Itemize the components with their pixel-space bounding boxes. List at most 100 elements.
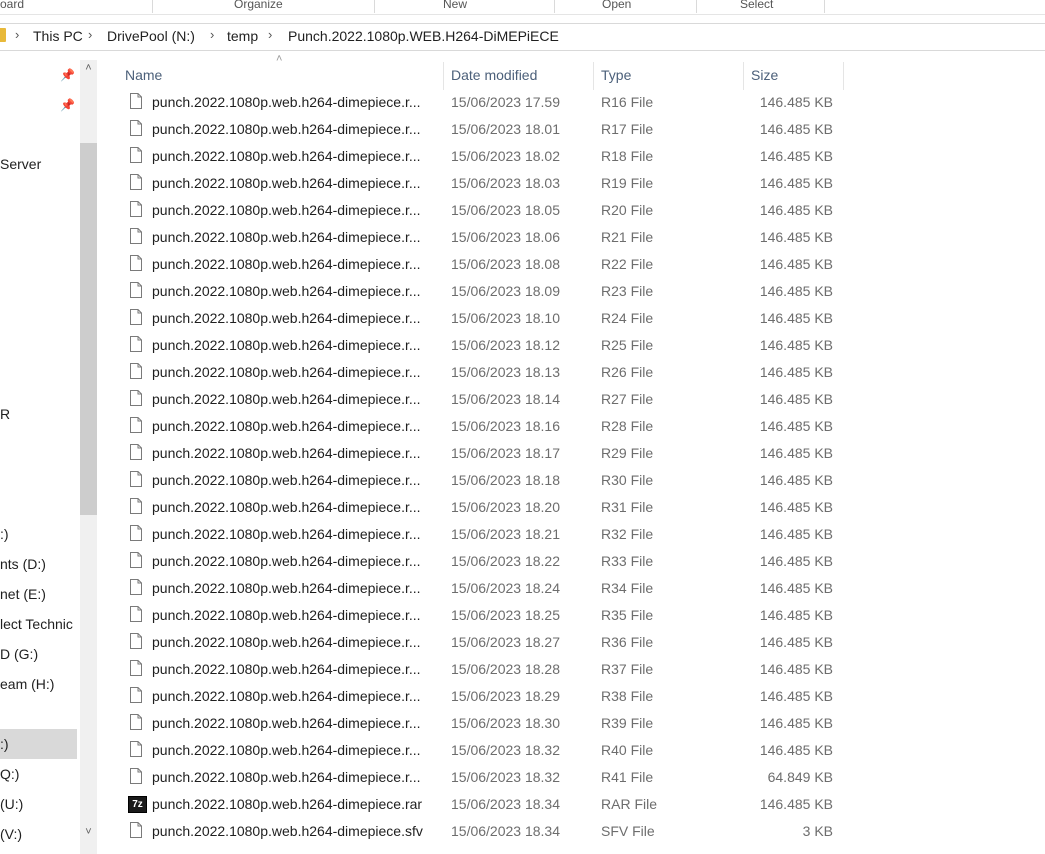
nav-item-r[interactable]: R [0,406,10,422]
ribbon-separator [824,0,825,13]
file-type-cell: R18 File [601,148,654,164]
table-row[interactable]: punch.2022.1080p.web.h264-dimepiece.r...… [100,386,1045,413]
table-row[interactable]: punch.2022.1080p.web.h264-dimepiece.r...… [100,197,1045,224]
file-name-cell: punch.2022.1080p.web.h264-dimepiece.r... [152,472,421,488]
file-size-cell: 146.485 KB [759,526,833,542]
column-separator[interactable] [443,62,444,90]
file-icon [130,471,142,487]
table-row[interactable]: punch.2022.1080p.web.h264-dimepiece.r...… [100,737,1045,764]
file-name-cell: punch.2022.1080p.web.h264-dimepiece.rar [152,796,423,812]
nav-item-drive-f[interactable]: lect Technic [0,616,73,632]
nav-item-drive-q[interactable]: Q:) [0,766,19,782]
table-row[interactable]: punch.2022.1080p.web.h264-dimepiece.r...… [100,656,1045,683]
table-row[interactable]: punch.2022.1080p.web.h264-dimepiece.r...… [100,683,1045,710]
table-row[interactable]: punch.2022.1080p.web.h264-dimepiece.r...… [100,89,1045,116]
file-icon [130,822,142,838]
file-icon [130,687,142,703]
file-type-cell: R39 File [601,715,654,731]
table-row[interactable]: punch.2022.1080p.web.h264-dimepiece.r...… [100,278,1045,305]
nav-item-drive-g[interactable]: D (G:) [0,646,38,662]
chevron-right-icon[interactable]: › [210,27,214,42]
file-icon [130,309,142,325]
file-type-cell: R29 File [601,445,654,461]
nav-item-drive-c[interactable]: :) [0,526,9,542]
table-row[interactable]: 7z punch.2022.1080p.web.h264-dimepiece.ra… [100,791,1045,818]
chevron-right-icon[interactable]: › [15,27,19,42]
column-separator[interactable] [843,62,844,90]
table-row[interactable]: punch.2022.1080p.web.h264-dimepiece.r...… [100,224,1045,251]
table-row[interactable]: punch.2022.1080p.web.h264-dimepiece.r...… [100,170,1045,197]
date-modified-cell: 15/06/2023 18.34 [451,823,560,839]
file-size-cell: 146.485 KB [759,283,833,299]
table-row[interactable]: punch.2022.1080p.web.h264-dimepiece.r...… [100,521,1045,548]
table-row[interactable]: punch.2022.1080p.web.h264-dimepiece.r...… [100,629,1045,656]
file-icon [130,201,142,217]
column-header-date-modified[interactable]: Date modified [451,60,593,90]
table-row[interactable]: punch.2022.1080p.web.h264-dimepiece.r...… [100,251,1045,278]
table-row[interactable]: punch.2022.1080p.web.h264-dimepiece.r...… [100,305,1045,332]
address-bar[interactable]: › This PC › DrivePool (N:) › temp › Punc… [0,23,1045,51]
file-icon [130,255,142,271]
table-row[interactable]: punch.2022.1080p.web.h264-dimepiece.r...… [100,413,1045,440]
file-type-cell: R34 File [601,580,654,596]
file-icon [130,525,142,541]
table-row[interactable]: punch.2022.1080p.web.h264-dimepiece.r...… [100,440,1045,467]
table-row[interactable]: punch.2022.1080p.web.h264-dimepiece.r...… [100,359,1045,386]
file-size-cell: 64.849 KB [767,769,833,785]
nav-scrollbar-thumb[interactable] [80,143,97,515]
table-row[interactable]: punch.2022.1080p.web.h264-dimepiece.r...… [100,467,1045,494]
date-modified-cell: 15/06/2023 18.30 [451,715,560,731]
table-row[interactable]: punch.2022.1080p.web.h264-dimepiece.r...… [100,764,1045,791]
pin-icon[interactable]: 📌 [60,98,75,112]
date-modified-cell: 15/06/2023 17.59 [451,94,560,110]
table-row[interactable]: punch.2022.1080p.web.h264-dimepiece.r...… [100,332,1045,359]
file-type-cell: R22 File [601,256,654,272]
file-name-cell: punch.2022.1080p.web.h264-dimepiece.r... [152,229,421,245]
date-modified-cell: 15/06/2023 18.28 [451,661,560,677]
file-name-cell: punch.2022.1080p.web.h264-dimepiece.r... [152,499,421,515]
breadcrumb-drivepool[interactable]: DrivePool (N:) [107,28,195,44]
date-modified-cell: 15/06/2023 18.05 [451,202,560,218]
pin-icon[interactable]: 📌 [60,68,75,82]
file-list: ˄ Name Date modified Type Size punch.202… [100,53,1045,854]
chevron-up-icon[interactable]: ˄ [80,62,97,79]
chevron-right-icon[interactable]: › [88,27,92,42]
file-name-cell: punch.2022.1080p.web.h264-dimepiece.r... [152,256,421,272]
column-header-type[interactable]: Type [601,60,741,90]
table-row[interactable]: punch.2022.1080p.web.h264-dimepiece.r...… [100,116,1045,143]
table-row[interactable]: punch.2022.1080p.web.h264-dimepiece.r...… [100,602,1045,629]
nav-item-drive-e[interactable]: net (E:) [0,586,46,602]
column-header-name[interactable]: Name [125,60,443,90]
column-header-size[interactable]: Size [751,60,841,90]
file-size-cell: 146.485 KB [759,310,833,326]
table-row[interactable]: punch.2022.1080p.web.h264-dimepiece.r...… [100,494,1045,521]
nav-item-drive-h[interactable]: eam (H:) [0,676,54,692]
file-type-cell: R23 File [601,283,654,299]
file-type-cell: R41 File [601,769,654,785]
table-row[interactable]: punch.2022.1080p.web.h264-dimepiece.r...… [100,548,1045,575]
column-separator[interactable] [743,62,744,90]
nav-item-drive-u[interactable]: (U:) [0,796,23,812]
file-size-cell: 146.485 KB [759,607,833,623]
file-type-cell: R25 File [601,337,654,353]
nav-item-drive-v[interactable]: (V:) [0,826,22,842]
chevron-down-icon[interactable]: ˅ [80,826,97,843]
column-separator[interactable] [593,62,594,90]
file-size-cell: 146.485 KB [759,121,833,137]
chevron-right-icon[interactable]: › [268,27,272,42]
breadcrumb-temp[interactable]: temp [227,28,258,44]
file-name-cell: punch.2022.1080p.web.h264-dimepiece.r... [152,742,421,758]
nav-item-server[interactable]: Server [0,156,41,172]
table-row[interactable]: punch.2022.1080p.web.h264-dimepiece.sfv 1… [100,818,1045,845]
file-name-cell: punch.2022.1080p.web.h264-dimepiece.r... [152,526,421,542]
nav-item-drive-d[interactable]: nts (D:) [0,556,46,572]
file-name-cell: punch.2022.1080p.web.h264-dimepiece.r... [152,148,421,164]
file-icon [130,606,142,622]
date-modified-cell: 15/06/2023 18.20 [451,499,560,515]
table-row[interactable]: punch.2022.1080p.web.h264-dimepiece.r...… [100,143,1045,170]
table-row[interactable]: punch.2022.1080p.web.h264-dimepiece.r...… [100,710,1045,737]
breadcrumb-current-folder[interactable]: Punch.2022.1080p.WEB.H264-DiMEPiECE [288,28,559,44]
nav-item-drive-n-selected[interactable]: :) [0,729,77,759]
breadcrumb-this-pc[interactable]: This PC [33,28,83,44]
table-row[interactable]: punch.2022.1080p.web.h264-dimepiece.r...… [100,575,1045,602]
